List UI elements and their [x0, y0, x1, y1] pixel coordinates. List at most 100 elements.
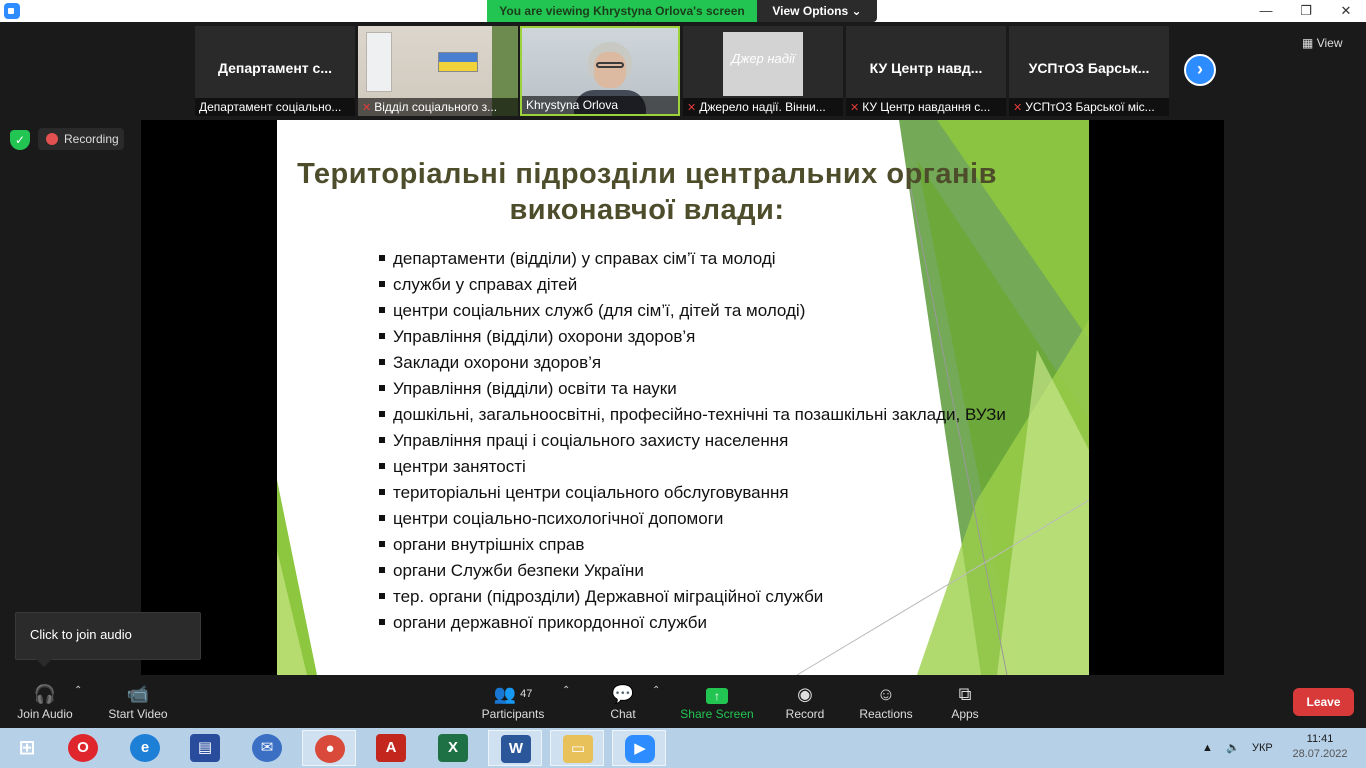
title-bar: You are viewing Khrystyna Orlova's scree… [0, 0, 1366, 22]
save-disk-icon[interactable]: ▤ [178, 730, 232, 766]
participant-label-text: Департамент соціально... [199, 100, 342, 114]
participant-label: ✕ КУ Центр навдання с... [846, 98, 1006, 116]
next-page-arrow-icon[interactable]: › [1184, 54, 1216, 86]
list-item: дошкільні, загальноосвітні, професійно-т… [377, 404, 1017, 425]
participants-count: 47 [520, 688, 533, 700]
windows-start-button[interactable]: ⊞ [0, 730, 54, 766]
grid-icon: ▦ [1302, 36, 1314, 50]
volume-icon[interactable]: 🔈 [1226, 728, 1240, 768]
thunderbird-icon[interactable]: ✉ [240, 730, 294, 766]
list-item: Управління (відділи) освіти та науки [377, 378, 1017, 399]
view-options-button[interactable]: View Options ⌄ [757, 0, 877, 22]
tray-arrow-icon[interactable]: ▲ [1202, 728, 1213, 768]
video-tile[interactable]: Департамент с... Департамент соціально..… [195, 26, 355, 116]
participant-label: ✕ Відділ соціального з... [358, 98, 518, 116]
participants-caret-icon[interactable]: ⌃ [562, 685, 570, 696]
record-label: Record [785, 707, 825, 721]
list-item: Управління (відділи) охорони здоров’я [377, 326, 1017, 347]
list-item: органи внутрішніх справ [377, 534, 1017, 555]
participant-name-center: Департамент с... [218, 60, 332, 76]
video-tile[interactable]: КУ Центр навд... ✕ КУ Центр навдання с... [846, 26, 1006, 116]
participant-name-center: КУ Центр навд... [869, 60, 983, 76]
restore-button[interactable]: ❐ [1286, 0, 1326, 22]
excel-icon[interactable]: X [426, 730, 480, 766]
recording-label: Recording [64, 132, 119, 146]
video-tile[interactable]: УСПтОЗ Барськ... ✕ УСПтОЗ Барської міс... [1009, 26, 1169, 116]
internet-explorer-icon[interactable]: e [118, 730, 172, 766]
clock-date: 28.07.2022 [1292, 748, 1348, 760]
participant-label-text: КУ Центр навдання с... [862, 100, 991, 114]
record-icon: ◉ [797, 684, 813, 704]
security-shield-icon[interactable]: ✓ [10, 130, 30, 150]
word-icon[interactable]: W [488, 730, 542, 766]
video-tile[interactable]: Джер надії ✕ Джерело надії. Вінни... [683, 26, 843, 116]
video-off-icon: 📹 [126, 684, 150, 704]
start-video-label: Start Video [108, 707, 168, 721]
reactions-button[interactable]: ☺ Reactions [854, 675, 918, 728]
participant-name-center: УСПтОЗ Барськ... [1028, 60, 1150, 76]
close-button[interactable]: ✕ [1326, 0, 1366, 22]
opera-icon[interactable]: O [56, 730, 110, 766]
join-audio-tooltip[interactable]: Click to join audio [15, 612, 201, 660]
apps-label: Apps [951, 707, 979, 721]
list-item: тер. органи (підрозділи) Державної мігра… [377, 586, 1017, 607]
participant-label: Департамент соціально... [195, 98, 355, 116]
participant-label: Khrystyna Orlova [522, 96, 678, 114]
mic-muted-icon: ✕ [362, 102, 372, 114]
leave-button[interactable]: Leave [1293, 688, 1354, 716]
apps-icon: ⧉ [958, 684, 972, 704]
logo-text: Джер надії [731, 51, 795, 66]
view-label: View [1316, 36, 1343, 50]
chat-button[interactable]: 💬 Chat [598, 675, 648, 728]
list-item: служби у справах дітей [377, 274, 1017, 295]
participant-label-text: Khrystyna Orlova [526, 98, 619, 112]
recording-indicator[interactable]: Recording [38, 128, 124, 150]
list-item: департаменти (відділи) у справах сім’ї т… [377, 248, 1017, 269]
apps-button[interactable]: ⧉ Apps [942, 675, 988, 728]
join-audio-button[interactable]: 🎧 Join Audio [10, 675, 80, 728]
share-screen-button[interactable]: ↑ Share Screen [676, 675, 758, 728]
zoom-app-icon [4, 3, 20, 19]
minimize-button[interactable]: — [1246, 0, 1286, 22]
slide-bullet-list: департаменти (відділи) у справах сім’ї т… [377, 248, 1017, 638]
chrome-icon[interactable]: ● [302, 730, 356, 766]
file-explorer-icon[interactable]: ▭ [550, 730, 604, 766]
list-item: територіальні центри соціального обслуго… [377, 482, 1017, 503]
participants-icon: 👥 47 [493, 684, 533, 704]
clock-time: 11:41 [1306, 733, 1334, 745]
zoom-taskbar-icon[interactable]: ▶ [612, 730, 666, 766]
tooltip-arrow [36, 659, 52, 667]
list-item: центри соціально-психологічної допомоги [377, 508, 1017, 529]
view-options-label: View Options [772, 4, 849, 18]
reactions-label: Reactions [859, 707, 913, 721]
mic-muted-icon: ✕ [1013, 102, 1023, 114]
video-tile-active-speaker[interactable]: Khrystyna Orlova [520, 26, 680, 116]
zoom-window: You are viewing Khrystyna Orlova's scree… [0, 0, 1366, 768]
video-strip: Департамент с... Департамент соціально..… [0, 22, 1366, 120]
acrobat-icon[interactable]: A [364, 730, 418, 766]
clock[interactable]: 11:41 28.07.2022 [1290, 732, 1350, 762]
list-item: центри соціальних служб (для сім’ї, діте… [377, 300, 1017, 321]
participant-label-text: УСПтОЗ Барської міс... [1025, 100, 1155, 114]
list-item: органи Служби безпеки України [377, 560, 1017, 581]
list-item: Управління праці і соціального захисту н… [377, 430, 1017, 451]
record-button[interactable]: ◉ Record [778, 675, 832, 728]
video-tile[interactable]: ✕ Відділ соціального з... [358, 26, 518, 116]
chat-label: Chat [610, 707, 636, 721]
start-video-button[interactable]: 📹 Start Video [102, 675, 174, 728]
audio-options-caret-icon[interactable]: ⌃ [74, 685, 82, 696]
windows-taskbar: ⊞ O e ▤ ✉ ● A X W ▭ ▶ ▲ 🔈 УКР 11:41 28.0… [0, 728, 1366, 768]
chevron-down-icon: ⌄ [851, 4, 862, 18]
join-audio-label: Join Audio [17, 707, 73, 721]
list-item: центри занятості [377, 456, 1017, 477]
language-indicator[interactable]: УКР [1252, 728, 1273, 768]
reactions-smile-icon: ☺ [876, 684, 896, 704]
meeting-toolbar: 🎧 Join Audio ⌃ 📹 Start Video 👥 47 Partici… [0, 675, 1366, 728]
organization-logo: Джер надії [723, 32, 803, 96]
chat-icon: 💬 [611, 684, 635, 704]
chat-caret-icon[interactable]: ⌃ [652, 685, 660, 696]
participant-label: ✕ Джерело надії. Вінни... [683, 98, 843, 116]
participants-button[interactable]: 👥 47 Participants [476, 675, 550, 728]
view-button[interactable]: ▦ View [1302, 32, 1358, 54]
participant-label-text: Джерело надії. Вінни... [699, 100, 826, 114]
